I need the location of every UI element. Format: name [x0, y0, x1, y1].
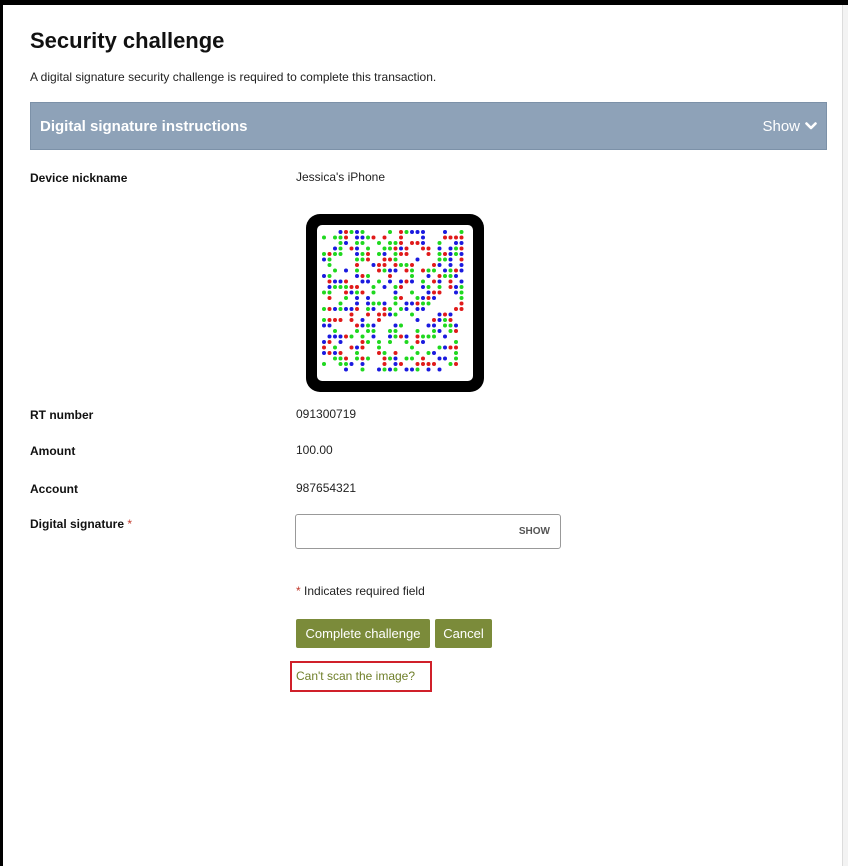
show-toggle-label: Show: [762, 117, 800, 135]
device-nickname-value: Jessica's iPhone: [296, 170, 386, 184]
required-note-text: Indicates required field: [300, 584, 425, 598]
account-value: 987654321: [296, 481, 357, 495]
account-label: Account: [30, 482, 78, 496]
signature-code-image: [306, 214, 484, 392]
required-field-note: * Indicates required field: [296, 584, 425, 598]
required-marker: *: [127, 517, 133, 531]
show-signature-toggle[interactable]: SHOW: [519, 526, 550, 537]
device-nickname-label: Device nickname: [30, 171, 128, 185]
cant-scan-image-link[interactable]: Can't scan the image?: [296, 669, 415, 683]
cancel-button[interactable]: Cancel: [435, 619, 492, 648]
amount-label: Amount: [30, 444, 76, 458]
digital-signature-input[interactable]: [296, 515, 506, 548]
digital-signature-label: Digital signature *: [30, 517, 132, 531]
instructions-title: Digital signature instructions: [40, 117, 248, 135]
page-title: Security challenge: [30, 28, 225, 53]
complete-challenge-button[interactable]: Complete challenge: [296, 619, 430, 648]
digital-signature-field: SHOW: [295, 514, 561, 549]
instructions-show-toggle[interactable]: Show: [762, 118, 817, 135]
amount-value: 100.00: [296, 443, 333, 457]
scrollbar-track[interactable]: [842, 5, 848, 866]
chevron-down-icon: [805, 122, 817, 130]
rt-number-label: RT number: [30, 408, 94, 422]
page-subtitle: A digital signature security challenge i…: [30, 70, 437, 84]
instructions-panel-header[interactable]: Digital signature instructions Show: [30, 102, 827, 150]
digital-signature-label-text: Digital signature: [30, 517, 125, 531]
rt-number-value: 091300719: [296, 407, 357, 421]
